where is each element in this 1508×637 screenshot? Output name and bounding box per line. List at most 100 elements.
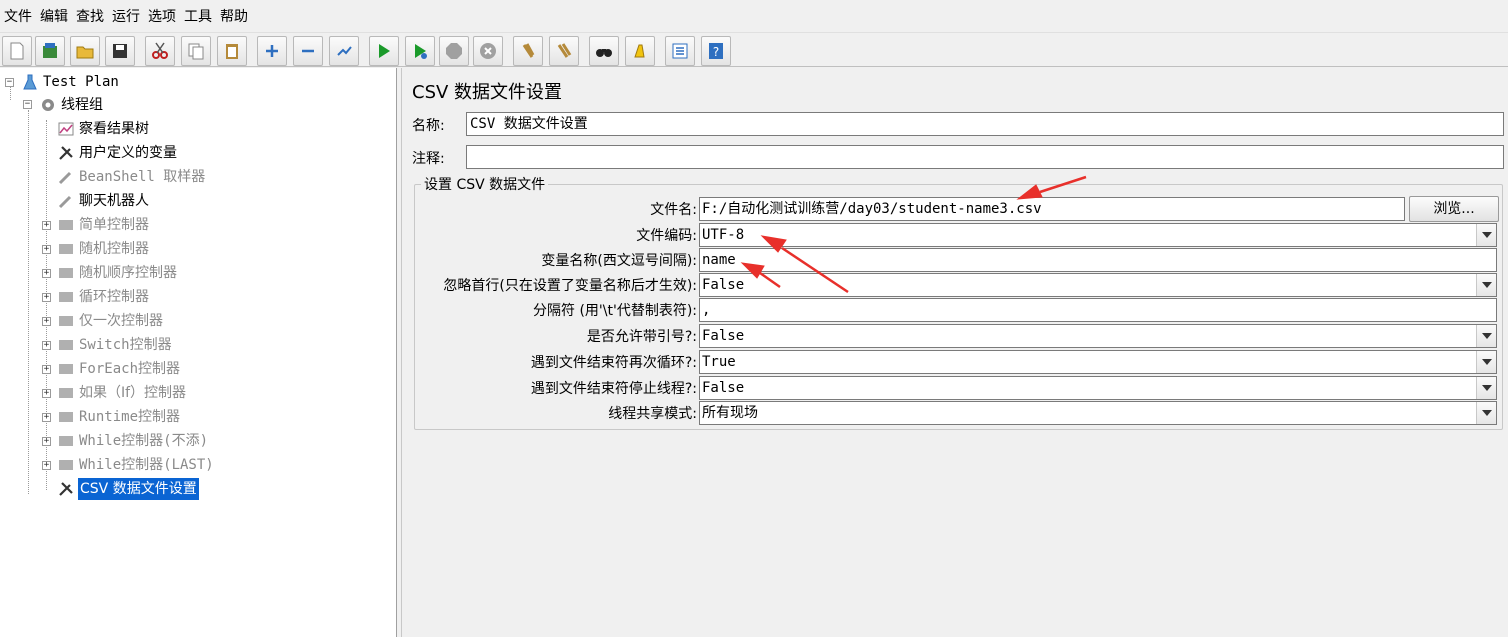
chevron-down-icon[interactable]: [1476, 402, 1496, 424]
save-icon[interactable]: [105, 36, 135, 66]
copy-icon[interactable]: [181, 36, 211, 66]
gear-icon: [39, 96, 57, 114]
recycle-eof-combo[interactable]: True: [699, 350, 1497, 374]
tree-node-label: While控制器(LAST): [79, 457, 214, 473]
tree-node-label: 随机顺序控制器: [79, 265, 177, 281]
tree-node-test-plan[interactable]: Test Plan: [21, 71, 120, 93]
tree-root-expander[interactable]: −: [5, 78, 14, 87]
tree-node-if-controller[interactable]: 如果（If）控制器: [57, 382, 187, 404]
search-icon[interactable]: [589, 36, 619, 66]
tree-node-label: Runtime控制器: [79, 409, 181, 425]
tree-node-view-results-tree[interactable]: 察看结果树: [57, 118, 150, 140]
expander-loop[interactable]: +: [42, 293, 51, 302]
tree-node-simple-controller[interactable]: 简单控制器: [57, 214, 150, 236]
menu-edit[interactable]: 编辑: [36, 0, 72, 32]
expander-random[interactable]: +: [42, 245, 51, 254]
menu-options[interactable]: 选项: [144, 0, 180, 32]
shutdown-icon[interactable]: [473, 36, 503, 66]
variable-names-input[interactable]: name: [699, 248, 1497, 272]
start-icon[interactable]: [369, 36, 399, 66]
open-icon[interactable]: [70, 36, 100, 66]
test-plan-icon: [21, 73, 39, 91]
menu-search[interactable]: 查找: [72, 0, 108, 32]
tree-node-label: BeanShell 取样器: [79, 169, 206, 185]
expander-while-1[interactable]: +: [42, 437, 51, 446]
menu-tools[interactable]: 工具: [180, 0, 216, 32]
stop-thread-eof-value: False: [702, 380, 745, 396]
expander-while-2[interactable]: +: [42, 461, 51, 470]
tree-node-runtime-controller[interactable]: Runtime控制器: [57, 406, 181, 428]
tree-node-foreach-controller[interactable]: ForEach控制器: [57, 358, 181, 380]
chevron-down-icon[interactable]: [1476, 325, 1496, 347]
tree-node-while-controller-1[interactable]: While控制器(不添): [57, 430, 209, 452]
filename-label: 文件名:: [650, 202, 697, 218]
collapse-icon[interactable]: [293, 36, 323, 66]
menu-run[interactable]: 运行: [108, 0, 144, 32]
templates-icon[interactable]: [35, 36, 65, 66]
sharing-mode-value: 所有现场: [702, 405, 758, 421]
allow-quoted-value: False: [702, 328, 745, 344]
expander-runtime[interactable]: +: [42, 413, 51, 422]
recycle-eof-label: 遇到文件结束符再次循环?:: [530, 355, 697, 371]
ignore-first-line-combo[interactable]: False: [699, 273, 1497, 297]
svg-text:?: ?: [713, 45, 719, 59]
browse-button[interactable]: 浏览...: [1409, 196, 1499, 222]
tree-node-label: ForEach控制器: [79, 361, 181, 377]
clear-icon[interactable]: [513, 36, 543, 66]
expand-icon[interactable]: [257, 36, 287, 66]
chevron-down-icon[interactable]: [1476, 224, 1496, 246]
tree-node-label: 用户定义的变量: [79, 145, 177, 161]
menu-file[interactable]: 文件: [0, 0, 36, 32]
tree-node-chatbot[interactable]: 聊天机器人: [57, 190, 150, 212]
expander-foreach[interactable]: +: [42, 365, 51, 374]
menu-help[interactable]: 帮助: [216, 0, 252, 32]
chevron-down-icon[interactable]: [1476, 351, 1496, 373]
tree-node-csv-data-set[interactable]: CSV 数据文件设置: [57, 478, 199, 500]
expander-simple[interactable]: +: [42, 221, 51, 230]
function-helper-icon[interactable]: [665, 36, 695, 66]
delimiter-input[interactable]: ,: [699, 298, 1497, 322]
new-icon[interactable]: [2, 36, 32, 66]
tree-node-label: 仅一次控制器: [79, 313, 163, 329]
reset-search-icon[interactable]: [625, 36, 655, 66]
ignore-first-line-label: 忽略首行(只在设置了变量名称后才生效):: [443, 278, 697, 294]
controller-icon: [57, 288, 75, 306]
chevron-down-icon[interactable]: [1476, 274, 1496, 296]
stop-thread-eof-combo[interactable]: False: [699, 376, 1497, 400]
expander-switch[interactable]: +: [42, 341, 51, 350]
tree-node-beanshell-sampler[interactable]: BeanShell 取样器: [57, 166, 206, 188]
tree-node-once-only-controller[interactable]: 仅一次控制器: [57, 310, 164, 332]
tree-node-label: Switch控制器: [79, 337, 172, 353]
tree-node-switch-controller[interactable]: Switch控制器: [57, 334, 173, 356]
clear-all-icon[interactable]: [549, 36, 579, 66]
paste-icon[interactable]: [217, 36, 247, 66]
stop-icon[interactable]: [439, 36, 469, 66]
sharing-mode-combo[interactable]: 所有现场: [699, 401, 1497, 425]
cut-icon[interactable]: [145, 36, 175, 66]
controller-icon: [57, 264, 75, 282]
allow-quoted-combo[interactable]: False: [699, 324, 1497, 348]
tree-node-label: 简单控制器: [79, 217, 149, 233]
controller-icon: [57, 384, 75, 402]
expander-if[interactable]: +: [42, 389, 51, 398]
help-icon[interactable]: ?: [701, 36, 731, 66]
tree-node-loop-controller[interactable]: 循环控制器: [57, 286, 150, 308]
expander-once-only[interactable]: +: [42, 317, 51, 326]
tree-node-user-defined-variables[interactable]: 用户定义的变量: [57, 142, 178, 164]
labels-column: 文件名: 文件编码: 变量名称(西文逗号间隔): 忽略首行(只在设置了变量名称后…: [414, 68, 697, 637]
file-encoding-combo[interactable]: UTF-8: [699, 223, 1497, 247]
tree-node-random-order-controller[interactable]: 随机顺序控制器: [57, 262, 178, 284]
toggle-icon[interactable]: [329, 36, 359, 66]
tree-node-random-controller[interactable]: 随机控制器: [57, 238, 150, 260]
panel-splitter[interactable]: [397, 68, 402, 637]
tools-icon: [57, 480, 75, 498]
chevron-down-icon[interactable]: [1476, 377, 1496, 399]
tree-node-thread-group[interactable]: 线程组: [39, 94, 104, 116]
filename-input[interactable]: F:/自动化测试训练营/day03/student-name3.csv: [699, 197, 1405, 221]
tree-node-while-controller-2[interactable]: While控制器(LAST): [57, 454, 215, 476]
pipette-icon: [57, 168, 75, 186]
thread-group-expander[interactable]: −: [23, 100, 32, 109]
expander-random-order[interactable]: +: [42, 269, 51, 278]
csv-config-panel: CSV 数据文件设置 名称: CSV 数据文件设置 注释: 设置 CSV 数据文…: [403, 68, 1508, 637]
start-no-pause-icon[interactable]: [405, 36, 435, 66]
